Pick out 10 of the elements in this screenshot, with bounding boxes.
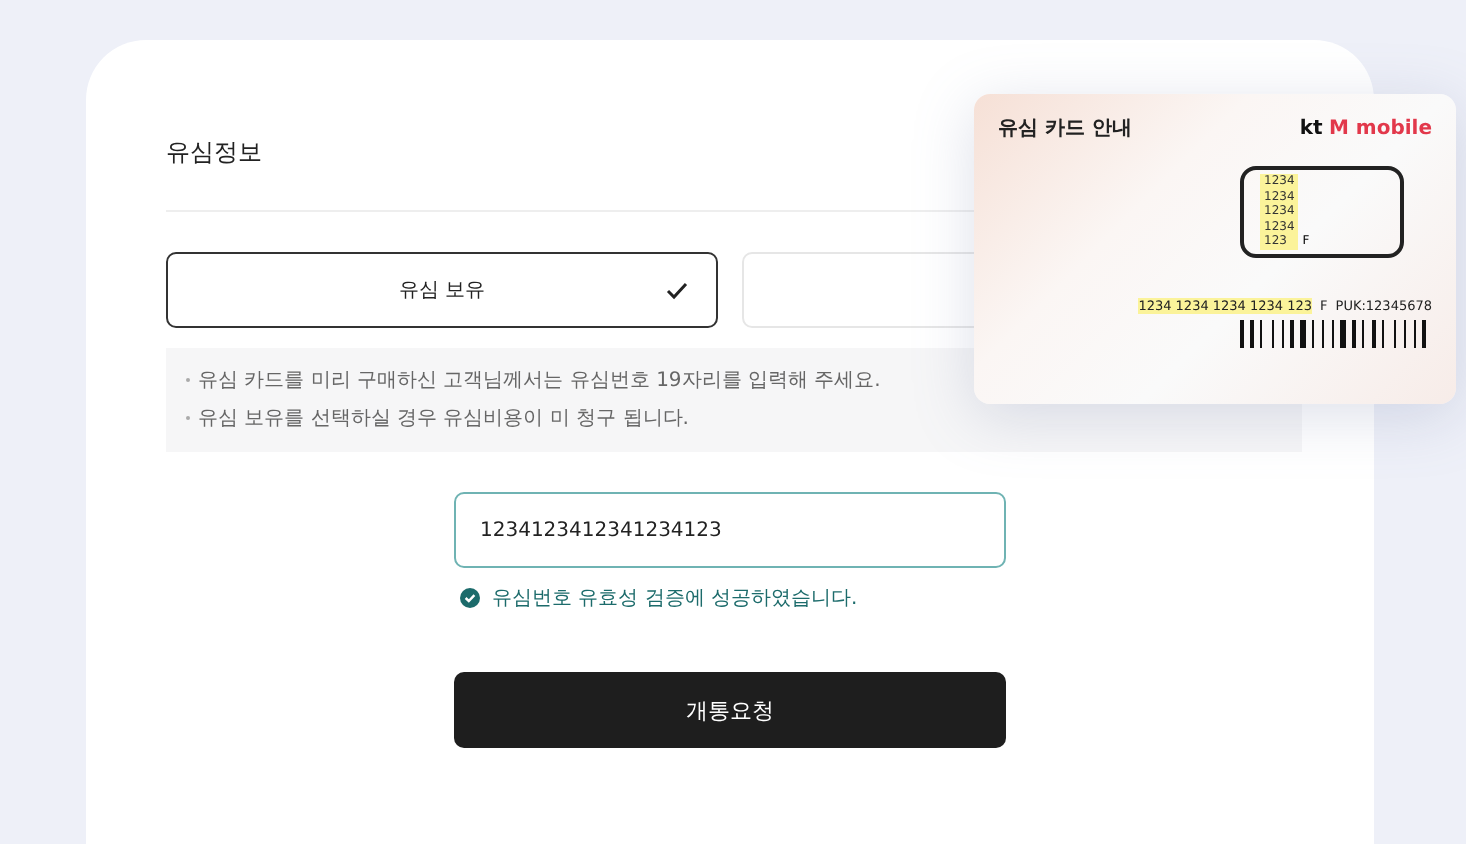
section-title: 유심정보 xyxy=(166,136,264,170)
notice-text: 유심 보유를 선택하실 경우 유심비용이 미 청구 됩니다. xyxy=(198,406,689,432)
sim-number-field[interactable]: 1234123412341234123 xyxy=(454,492,1006,568)
guide-title: 유심 카드 안내 xyxy=(998,116,1132,142)
validation-message: 유심번호 유효성 검증에 성공하였습니다. xyxy=(492,586,858,612)
check-icon xyxy=(666,282,688,300)
submit-button[interactable]: 개통요청 xyxy=(454,672,1006,748)
brand-logo: kt M mobile xyxy=(1299,117,1432,139)
option-button[interactable]: 유심 보유 xyxy=(166,252,718,328)
notice-text: 유심 카드를 미리 구매하신 고객님께서는 유심번호 19자리를 입력해 주세요. xyxy=(198,368,881,394)
